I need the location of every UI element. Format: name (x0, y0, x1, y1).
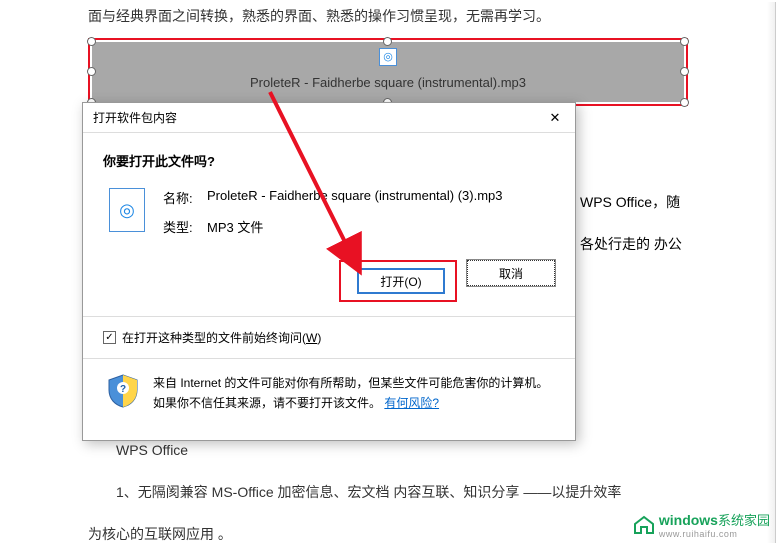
background-text: WPS Office，随 (580, 192, 680, 212)
name-value: ProleteR - Faidherbe square (instrumenta… (207, 188, 503, 207)
always-ask-checkbox[interactable]: ✓ (103, 331, 116, 344)
feature-bullet-cont: 为核心的互联网应用 。 (88, 520, 688, 548)
embedded-object-highlight: ◎ ProleteR - Faidherbe square (instrumen… (88, 38, 688, 106)
security-warning-text: 来自 Internet 的文件可能对你有所帮助，但某些文件可能危害你的计算机。如… (153, 373, 551, 414)
resize-handle[interactable] (383, 37, 392, 46)
resize-handle[interactable] (87, 67, 96, 76)
intro-paragraph: 面与经典界面之间转换，熟悉的界面、熟悉的操作习惯呈现，无需再学习。 (88, 2, 688, 30)
open-button[interactable]: 打开(O) (357, 268, 445, 294)
resize-handle[interactable] (680, 98, 689, 107)
resize-handle[interactable] (87, 37, 96, 46)
cancel-button[interactable]: 取消 (467, 260, 555, 286)
mp3-file-icon: ◎ (379, 48, 397, 66)
type-value: MP3 文件 (207, 217, 263, 236)
open-button-highlight: 打开(O) (339, 260, 457, 302)
resize-handle[interactable] (680, 37, 689, 46)
dialog-question: 你要打开此文件吗? (103, 151, 555, 170)
close-button[interactable]: ✕ (541, 107, 569, 129)
watermark: windows系统家园 www.ruihaifu.com (633, 510, 770, 539)
dialog-titlebar[interactable]: 打开软件包内容 ✕ (83, 103, 575, 133)
type-label: 类型: (163, 217, 199, 236)
embedded-mp3-object[interactable]: ◎ ProleteR - Faidherbe square (instrumen… (92, 42, 684, 102)
watermark-brand: windows (659, 512, 718, 528)
background-text: 各处行走的 办公 (580, 234, 682, 254)
shield-warning-icon: ? (107, 373, 139, 409)
feature-bullet: 1、无隔阂兼容 MS-Office 加密信息、宏文档 内容互联、知识分享 ——以… (116, 478, 688, 506)
svg-text:?: ? (120, 384, 126, 395)
open-package-dialog: 打开软件包内容 ✕ 你要打开此文件吗? ◎ 名称: ProleteR - Fai… (82, 102, 576, 441)
watermark-url: www.ruihaifu.com (659, 529, 770, 539)
name-label: 名称: (163, 188, 199, 207)
risk-link[interactable]: 有何风险? (384, 396, 439, 410)
resize-handle[interactable] (680, 67, 689, 76)
embedded-filename: ProleteR - Faidherbe square (instrumenta… (250, 70, 526, 96)
checkbox-label: 在打开这种类型的文件前始终询问(W) (122, 329, 321, 346)
watermark-logo-icon (633, 515, 655, 535)
file-type-icon: ◎ (109, 188, 145, 232)
dialog-title: 打开软件包内容 (93, 109, 541, 126)
